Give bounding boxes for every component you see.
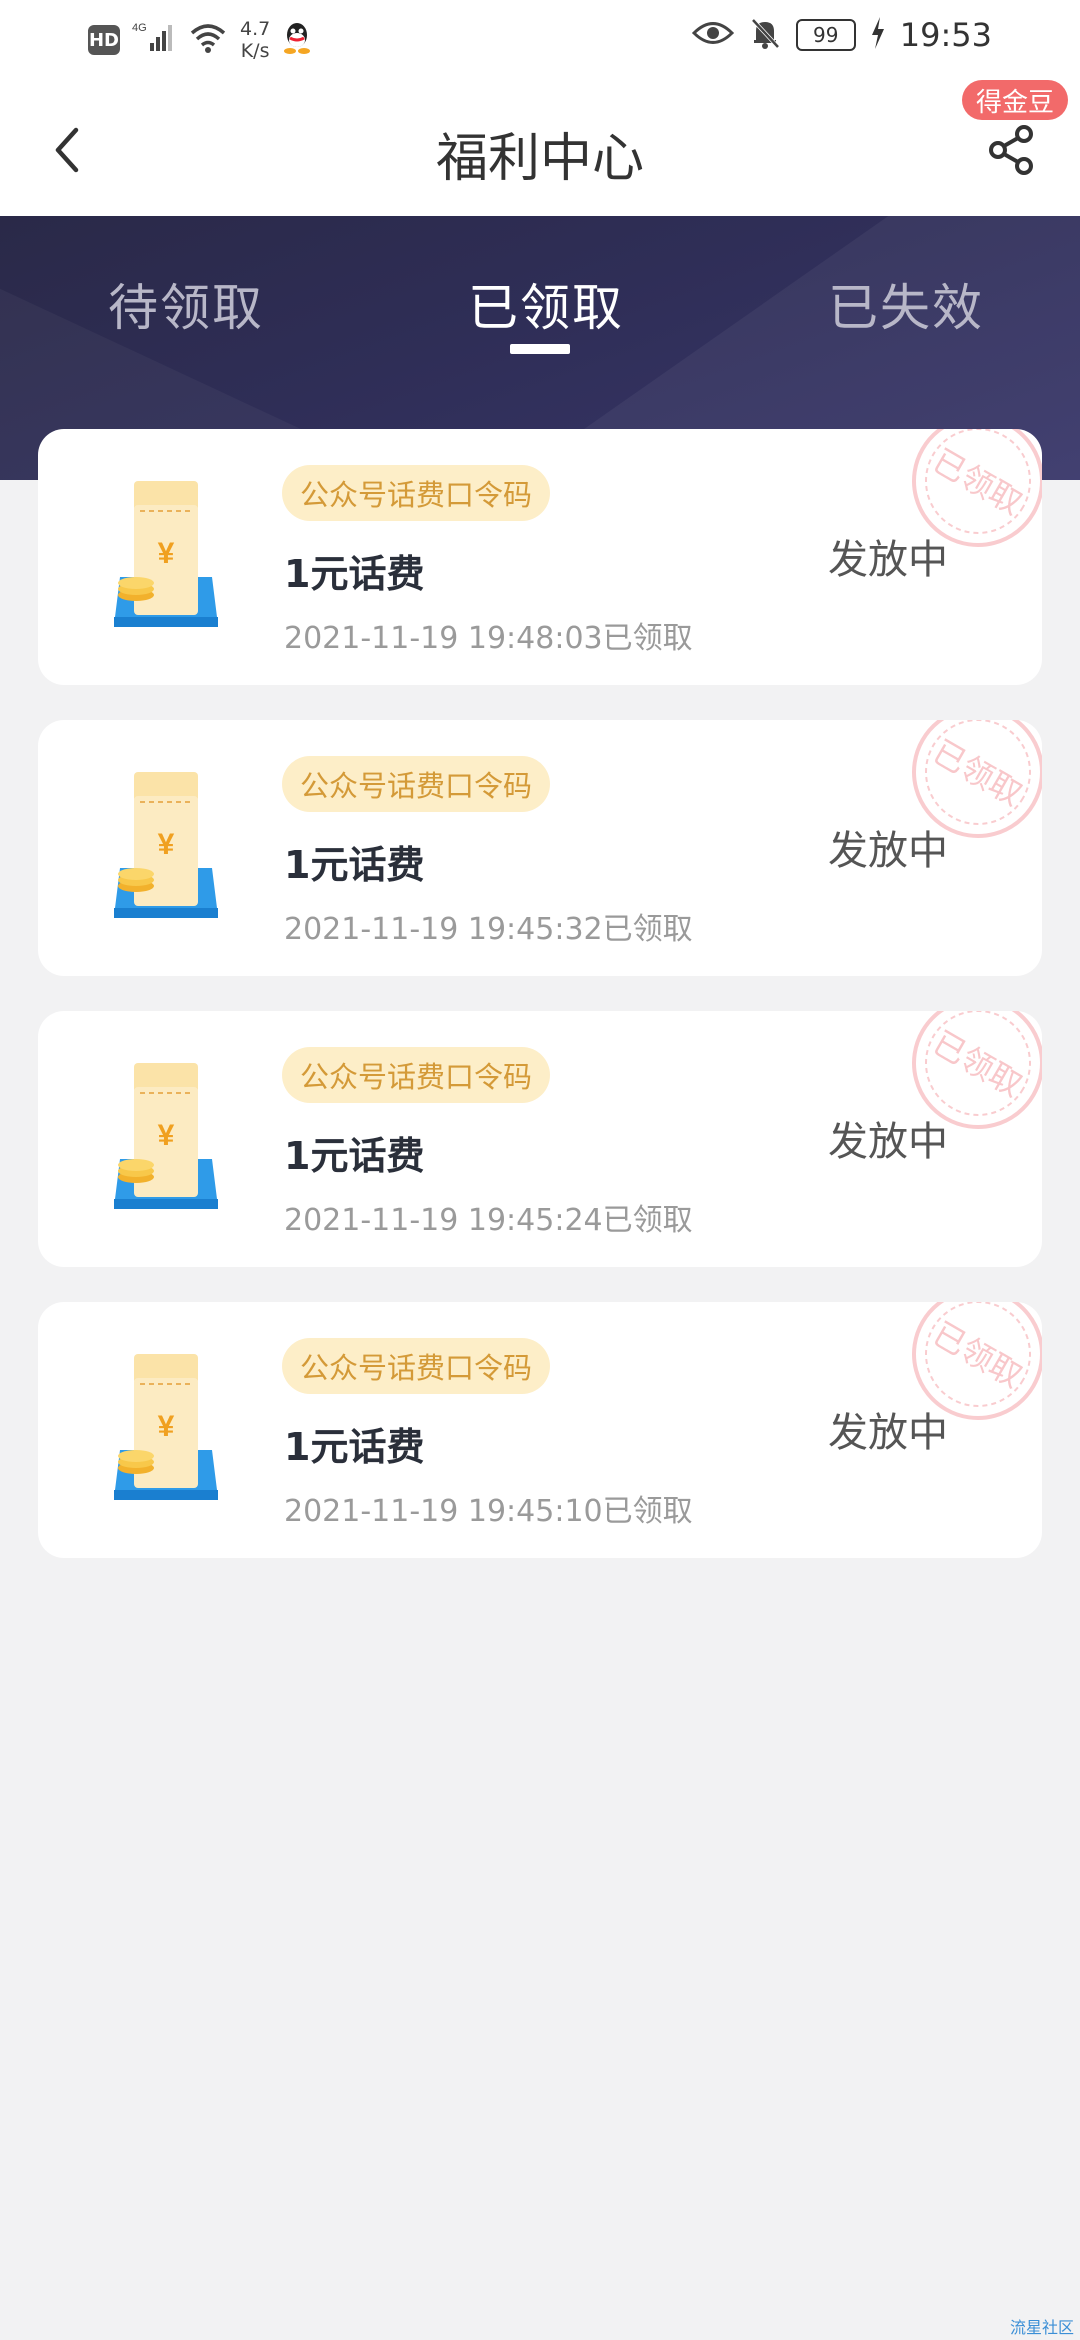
card-time: 2021-11-19 19:48:03已领取 — [284, 621, 693, 656]
share-button[interactable] — [980, 118, 1044, 182]
reward-card[interactable]: ¥ 公众号话费口令码 1元话费 2021-11-19 19:45:10已领取 发… — [38, 1302, 1042, 1558]
svg-text:已领取: 已领取 — [927, 1315, 1028, 1394]
svg-text:已领取: 已领取 — [927, 1024, 1028, 1103]
share-icon — [989, 125, 1033, 175]
voucher-icon: ¥ — [100, 1350, 232, 1510]
signal-icon: 4G — [132, 21, 176, 59]
page-title: 福利中心 — [435, 129, 644, 189]
card-time: 2021-11-19 19:45:24已领取 — [284, 1203, 693, 1238]
tab-expired[interactable]: 已失效 — [828, 268, 984, 340]
svg-text:已领取: 已领取 — [927, 733, 1028, 812]
card-title: 1元话费 — [284, 843, 425, 887]
voucher-icon: ¥ — [100, 1059, 232, 1219]
charging-icon — [870, 17, 886, 53]
card-title: 1元话费 — [284, 1425, 425, 1469]
reward-card[interactable]: ¥ 公众号话费口令码 1元话费 2021-11-19 19:48:03已领取 发… — [38, 429, 1042, 685]
svg-text:已领取: 已领取 — [927, 442, 1028, 521]
tab-active-indicator — [510, 344, 570, 354]
gold-bean-badge[interactable]: 得金豆 — [962, 80, 1069, 120]
reward-card[interactable]: ¥ 公众号话费口令码 1元话费 2021-11-19 19:45:24已领取 发… — [38, 1011, 1042, 1267]
clock: 19:53 — [899, 16, 992, 54]
voucher-icon: ¥ — [100, 477, 232, 637]
card-tag: 公众号话费口令码 — [282, 756, 551, 812]
svg-text:¥: ¥ — [158, 828, 175, 861]
svg-text:¥: ¥ — [158, 1410, 175, 1443]
card-tag: 公众号话费口令码 — [282, 1047, 551, 1103]
received-stamp: 已领取 — [898, 1302, 1042, 1434]
eye-icon — [691, 18, 734, 52]
wifi-icon — [188, 21, 228, 59]
card-title: 1元话费 — [284, 1134, 425, 1178]
received-stamp: 已领取 — [898, 720, 1042, 852]
status-bar: HD 4G 4.7 K/s 99 19:53 — [0, 0, 1080, 80]
watermark: 流星社区 — [1009, 2318, 1074, 2337]
card-time: 2021-11-19 19:45:10已领取 — [284, 1494, 693, 1529]
hd-icon: HD — [88, 25, 120, 55]
tab-pending[interactable]: 待领取 — [108, 268, 264, 340]
svg-text:¥: ¥ — [158, 1119, 175, 1152]
status-right: 99 19:53 — [691, 16, 992, 54]
mute-bell-icon — [748, 16, 782, 54]
status-left: HD 4G 4.7 K/s — [88, 18, 312, 62]
qq-icon — [282, 21, 312, 59]
card-tag: 公众号话费口令码 — [282, 465, 551, 521]
speed-unit: K/s — [240, 40, 270, 62]
card-time: 2021-11-19 19:45:32已领取 — [284, 912, 693, 947]
card-tag: 公众号话费口令码 — [282, 1338, 551, 1394]
reward-card[interactable]: ¥ 公众号话费口令码 1元话费 2021-11-19 19:45:32已领取 发… — [38, 720, 1042, 976]
received-stamp: 已领取 — [898, 429, 1042, 561]
speed-value: 4.7 — [240, 18, 271, 40]
svg-text:¥: ¥ — [158, 537, 175, 570]
network-speed: 4.7 K/s — [240, 18, 270, 62]
card-title: 1元话费 — [284, 552, 425, 596]
tab-received[interactable]: 已领取 — [468, 268, 624, 340]
received-stamp: 已领取 — [898, 1011, 1042, 1143]
header-bar: 福利中心 得金豆 — [0, 80, 1080, 216]
svg-text:4G: 4G — [132, 22, 147, 34]
battery-indicator: 99 — [795, 19, 856, 51]
voucher-icon: ¥ — [100, 768, 232, 928]
